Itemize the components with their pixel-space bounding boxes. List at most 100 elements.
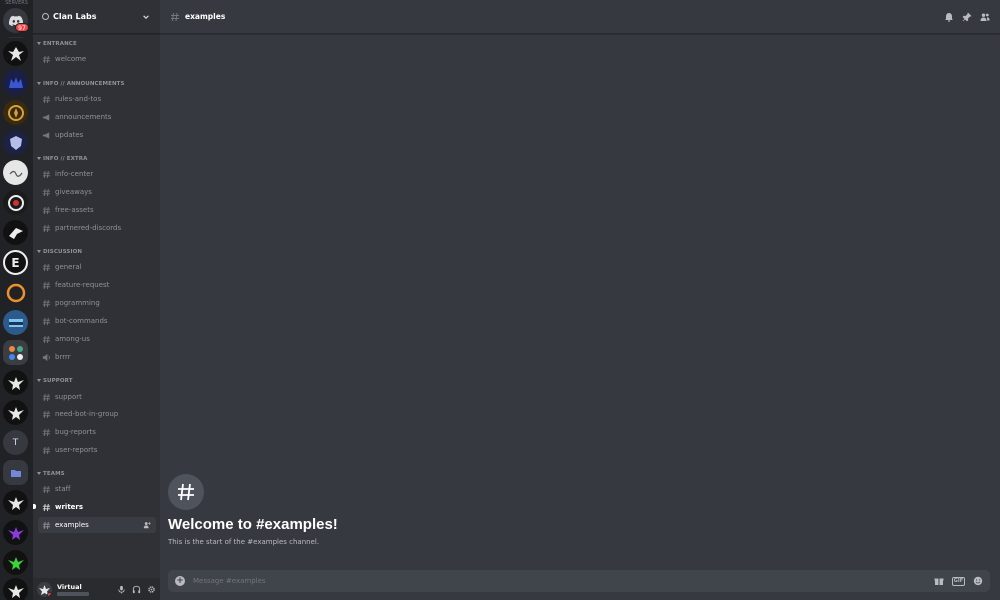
channel-label: writers [55, 503, 84, 511]
gift-icon[interactable] [934, 576, 944, 586]
server-icon-7[interactable] [3, 190, 28, 215]
category-teams[interactable]: TEAMS [37, 469, 65, 478]
collapse-arrow-icon [37, 42, 41, 45]
welcome-title: Welcome to #examples! [168, 516, 338, 533]
server-icon-2[interactable] [3, 41, 28, 66]
category-info-extra[interactable]: INFO // EXTRA [37, 154, 87, 163]
collapse-arrow-icon [37, 472, 41, 475]
message-input[interactable] [193, 577, 926, 585]
channel-label: announcements [55, 113, 112, 121]
upload-button[interactable]: + [175, 576, 185, 586]
channel-label: among-us [55, 335, 90, 343]
server-icon-14[interactable] [3, 400, 28, 425]
channel-free-assets[interactable]: free-assets [38, 202, 156, 218]
channel-label: staff [55, 485, 71, 493]
welcome-subtitle: This is the start of the #examples chann… [168, 538, 320, 546]
category-support[interactable]: SUPPORT [37, 376, 73, 385]
hash-icon [42, 206, 51, 214]
channel-writers[interactable]: writers [38, 499, 156, 515]
channel-hash-badge [168, 474, 204, 510]
ring-icon [7, 194, 24, 211]
server-icon-18[interactable] [3, 520, 28, 545]
server-icon-5[interactable] [3, 130, 28, 155]
speaker-icon [42, 353, 50, 361]
channel-general[interactable]: general [38, 259, 156, 275]
user-panel: Virtual [33, 578, 160, 600]
channel-giveaways[interactable]: giveaways [38, 184, 156, 200]
hash-icon [42, 170, 51, 178]
folder-icon [10, 469, 21, 477]
invite-icon[interactable] [143, 521, 151, 529]
server-icon-6[interactable] [3, 160, 28, 185]
channel-welcome[interactable]: welcome [38, 51, 156, 67]
emblem-icon [7, 104, 24, 121]
channel-label: feature-request [55, 281, 110, 289]
channel-info-center[interactable]: info-center [38, 166, 156, 182]
channel-user-reports[interactable]: user-reports [38, 442, 156, 458]
channel-label: bug-reports [55, 428, 96, 436]
unread-indicator [33, 504, 36, 509]
gif-button[interactable]: GIF [952, 576, 965, 586]
channel-announcements[interactable]: announcements [38, 109, 156, 125]
megaphone-icon [42, 113, 50, 121]
server-icon-15[interactable]: T [3, 430, 28, 455]
channel-header: examples [160, 0, 1000, 34]
category-entrance[interactable]: ENTRANCE [37, 39, 77, 48]
server-icon-11[interactable] [3, 310, 28, 335]
bell-icon[interactable] [944, 12, 954, 22]
hash-icon [42, 393, 51, 401]
green-eagle-icon [7, 556, 24, 570]
server-icon-19[interactable] [3, 550, 28, 575]
server-icon-10[interactable] [3, 280, 28, 305]
channel-rules-and-tos[interactable]: rules-and-tos [38, 91, 156, 107]
channel-support[interactable]: support [38, 389, 156, 405]
channel-among-us[interactable]: among-us [38, 331, 156, 347]
channel-staff[interactable]: staff [38, 481, 156, 497]
server-icon-9[interactable]: E [3, 250, 28, 275]
server-icon-13[interactable] [3, 370, 28, 395]
channel-label: partnered-discords [55, 224, 122, 232]
server-icon-4[interactable] [3, 100, 28, 125]
server-icon-3[interactable] [3, 70, 28, 95]
channel-bug-reports[interactable]: bug-reports [38, 424, 156, 440]
headphones-icon[interactable] [132, 585, 141, 594]
server-folder-1[interactable] [3, 340, 28, 365]
channel-label: brrrr [55, 353, 71, 361]
channel-partnered-discords[interactable]: partnered-discords [38, 220, 156, 236]
channel-need-bot-in-group[interactable]: need-bot-in-group [38, 406, 156, 422]
channel-label: free-assets [55, 206, 94, 214]
collapse-arrow-icon [37, 379, 41, 382]
channel-updates[interactable]: updates [38, 127, 156, 143]
purple-eagle-icon [7, 526, 24, 540]
channel-label: general [55, 263, 82, 271]
server-rail: SERVERS 97 E T [0, 0, 33, 600]
hash-icon [42, 335, 51, 343]
letter-e-icon: E [11, 255, 20, 270]
channel-pogramming[interactable]: pogramming [38, 295, 156, 311]
category-label: TEAMS [43, 470, 65, 477]
server-icon-20[interactable] [3, 578, 28, 600]
emoji-icon[interactable] [973, 576, 983, 586]
channel-bot-commands[interactable]: bot-commands [38, 313, 156, 329]
script-logo-icon [9, 170, 22, 177]
channel-feature-request[interactable]: feature-request [38, 277, 156, 293]
server-folder-2[interactable] [3, 460, 28, 485]
hash-icon [42, 299, 51, 307]
microphone-icon[interactable] [117, 585, 126, 594]
channel-label: updates [55, 131, 84, 139]
user-tag-redacted [57, 591, 89, 596]
category-info-announcements[interactable]: INFO // ANNOUNCEMENTS [37, 79, 125, 88]
category-discussion[interactable]: DISCUSSION [37, 247, 82, 256]
pin-icon[interactable] [962, 11, 972, 22]
server-icon-8[interactable] [3, 220, 28, 245]
members-icon[interactable] [980, 12, 990, 22]
guild-header[interactable]: Clan Labs [33, 0, 160, 34]
channel-brrrr[interactable]: brrrr [38, 349, 156, 365]
server-icon-17[interactable] [3, 490, 28, 515]
channel-label: examples [55, 521, 89, 529]
category-label: INFO // ANNOUNCEMENTS [43, 80, 125, 87]
gear-icon[interactable] [147, 585, 156, 594]
avatar[interactable] [37, 581, 52, 597]
picture-logo-icon [8, 318, 23, 327]
channel-examples[interactable]: examples [38, 517, 156, 533]
